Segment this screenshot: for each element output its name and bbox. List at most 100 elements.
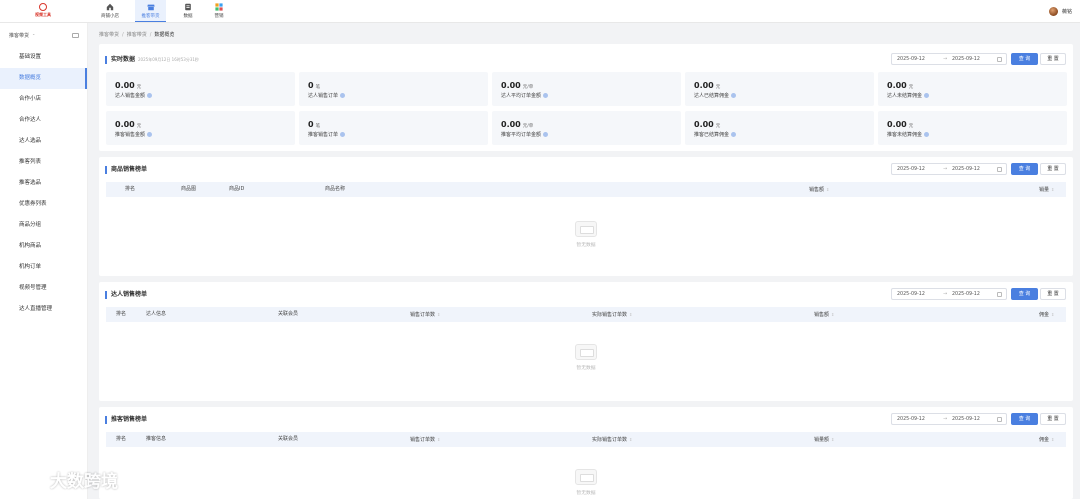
query-button[interactable]: 查 询 <box>1011 163 1038 175</box>
stat-unit: 元 <box>715 85 721 90</box>
column-sales-amount[interactable]: 销售额 ⇕ <box>809 182 829 197</box>
column-commission[interactable]: 佣金 ⇕ <box>1039 307 1054 322</box>
sort-icon[interactable]: ⇕ <box>831 437 834 442</box>
sidebar-item-live-management[interactable]: 达人直播管理 <box>0 299 87 320</box>
column-actual-order-count[interactable]: 实际销售订单数 ⇕ <box>592 307 632 322</box>
sort-icon[interactable]: ⇕ <box>826 187 829 192</box>
end-date: 2025-09-12 <box>952 166 980 172</box>
stat-value: 0.00 <box>887 120 907 129</box>
sort-icon[interactable]: ⇕ <box>437 437 440 442</box>
promoter-rank-title: 推客销售榜单 <box>105 416 147 424</box>
sidebar-item-partner-shops[interactable]: 合作小店 <box>0 89 87 110</box>
empty-box-icon <box>575 344 597 360</box>
watermark-text: 大数跨境 <box>50 472 118 492</box>
sort-icon[interactable]: ⇕ <box>1051 187 1054 192</box>
stat-label: 推客未结算佣金 <box>887 132 923 138</box>
topnav-data[interactable]: 数据 <box>177 0 199 22</box>
help-icon[interactable] <box>731 93 737 98</box>
column-image: 商品图 <box>181 186 197 192</box>
help-icon[interactable] <box>731 132 737 137</box>
sort-icon[interactable]: ⇕ <box>831 312 834 317</box>
store-icon <box>146 4 155 11</box>
sidebar-item-talent-selection[interactable]: 达人选品 <box>0 131 87 152</box>
column-order-count[interactable]: 销售订单数 ⇕ <box>410 432 440 447</box>
column-rank: 排名 <box>116 311 127 317</box>
column-order-count[interactable]: 销售订单数 ⇕ <box>410 307 440 322</box>
logo-text: 视频工具 <box>35 12 51 17</box>
query-button[interactable]: 查 询 <box>1011 288 1038 300</box>
help-icon[interactable] <box>147 93 153 98</box>
collapse-icon[interactable] <box>72 32 79 38</box>
sidebar-item-video-accounts[interactable]: 视频号管理 <box>0 278 87 299</box>
stat-label: 达人未结算佣金 <box>887 93 923 99</box>
stat-value: 0.00 <box>115 120 135 129</box>
sort-icon[interactable]: ⇕ <box>629 312 632 317</box>
empty-state: 暂无数据 <box>99 469 1073 496</box>
end-date: 2025-09-12 <box>952 416 980 422</box>
breadcrumb-item[interactable]: 推客带货 <box>127 32 147 38</box>
sidebar-item-partner-talents[interactable]: 合作达人 <box>0 110 87 131</box>
topnav-promoter[interactable]: 推客带货 <box>135 0 166 22</box>
date-range-picker[interactable]: 2025-09-12 → 2025-09-12 <box>891 53 1007 65</box>
column-sales-volume[interactable]: 销量 ⇕ <box>1039 182 1054 197</box>
sidebar-item-coupon-list[interactable]: 优惠券列表 <box>0 194 87 215</box>
breadcrumb-item[interactable]: 推客带货 <box>99 32 119 38</box>
range-arrow: → <box>943 56 948 62</box>
sidebar-item-product-groups[interactable]: 商品分组 <box>0 215 87 236</box>
topnav-shop[interactable]: 商铺小店 <box>95 0 125 22</box>
promoter-rank-card: 推客销售榜单 2025-09-12 → 2025-09-12 查 询 重 置 排… <box>99 407 1073 499</box>
user-menu[interactable]: 薇铭 <box>1048 6 1072 16</box>
topnav-marketing[interactable]: 营销 <box>208 0 230 22</box>
help-icon[interactable] <box>924 132 930 137</box>
help-icon[interactable] <box>924 93 930 98</box>
empty-box-icon <box>575 221 597 237</box>
column-actual-order-count[interactable]: 实际销售订单数 ⇕ <box>592 432 632 447</box>
top-navigation-bar: 视频工具 商铺小店 推客带货 数据 营销 薇铭 <box>0 0 1080 23</box>
sort-icon[interactable]: ⇕ <box>1051 437 1054 442</box>
query-button[interactable]: 查 询 <box>1011 53 1038 65</box>
breadcrumb-current: 数据概览 <box>154 32 175 38</box>
column-rank: 排名 <box>125 186 136 192</box>
reset-button[interactable]: 重 置 <box>1040 288 1066 300</box>
column-sales-amount[interactable]: 销售额 ⇕ <box>814 307 834 322</box>
column-sales-volume[interactable]: 销量额 ⇕ <box>814 432 834 447</box>
help-icon[interactable] <box>543 132 549 137</box>
date-range-picker[interactable]: 2025-09-12 → 2025-09-12 <box>891 288 1007 300</box>
table-header: 排名 推客信息 关联会员 销售订单数 ⇕ 实际销售订单数 ⇕ 销量额 ⇕ 佣金 ⇕ <box>106 432 1066 447</box>
sidebar-item-basic-settings[interactable]: 基础设置 <box>0 47 87 68</box>
sidebar-item-agency-products[interactable]: 机构商品 <box>0 236 87 257</box>
realtime-title-text: 实时数据 <box>111 56 136 63</box>
reset-button[interactable]: 重 置 <box>1040 53 1066 65</box>
sidebar-item-data-overview[interactable]: 数据概览 <box>0 68 87 89</box>
reset-button[interactable]: 重 置 <box>1040 163 1066 175</box>
empty-text: 暂无数据 <box>576 491 596 496</box>
sidebar-item-promoter-selection[interactable]: 推客选品 <box>0 173 87 194</box>
realtime-updated: 2025年09月12日 16时53分31秒 <box>138 57 199 62</box>
date-range-picker[interactable]: 2025-09-12 → 2025-09-12 <box>891 163 1007 175</box>
help-icon[interactable] <box>340 132 346 137</box>
column-sales-volume-label: 销量额 <box>814 437 830 443</box>
sidebar-item-agency-orders[interactable]: 机构订单 <box>0 257 87 278</box>
chevron-up-icon: ⌃ <box>32 32 36 38</box>
stat-card: 0.00 元达人已结算佣金 <box>685 72 874 106</box>
column-commission[interactable]: 佣金 ⇕ <box>1039 432 1054 447</box>
sidebar-header[interactable]: 推客带货 ⌃ <box>0 23 87 47</box>
help-icon[interactable] <box>340 93 346 98</box>
stat-label: 达人销售金额 <box>115 93 146 99</box>
grid-icon <box>215 3 223 11</box>
stat-unit: 笔 <box>315 85 321 90</box>
sort-icon[interactable]: ⇕ <box>629 437 632 442</box>
date-range-picker[interactable]: 2025-09-12 → 2025-09-12 <box>891 413 1007 425</box>
calendar-icon <box>997 292 1002 297</box>
app-logo[interactable]: 视频工具 <box>30 3 56 20</box>
query-button[interactable]: 查 询 <box>1011 413 1038 425</box>
stat-card: 0.00 元/单 推客平均订单金额 <box>492 111 681 145</box>
column-actual-order-count-label: 实际销售订单数 <box>592 437 628 443</box>
reset-button[interactable]: 重 置 <box>1040 413 1066 425</box>
help-icon[interactable] <box>543 93 549 98</box>
sort-icon[interactable]: ⇕ <box>437 312 440 317</box>
start-date: 2025-09-12 <box>897 166 925 172</box>
help-icon[interactable] <box>147 132 153 137</box>
sort-icon[interactable]: ⇕ <box>1051 312 1054 317</box>
sidebar-item-promoter-list[interactable]: 推客列表 <box>0 152 87 173</box>
